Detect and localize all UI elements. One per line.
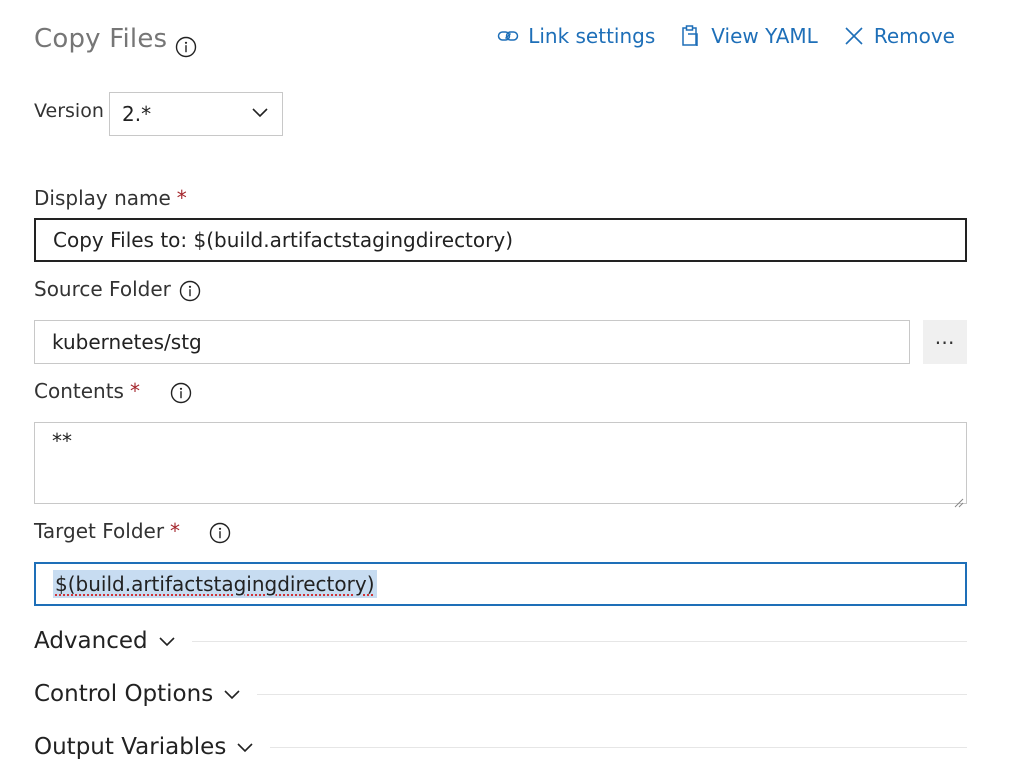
source-folder-input[interactable]: kubernetes/stg	[34, 320, 910, 364]
source-folder-label: Source Folder	[34, 277, 171, 301]
chevron-down-icon	[221, 683, 243, 705]
header-actions: Link settings View YAML Remove	[496, 24, 955, 48]
source-folder-value: kubernetes/stg	[52, 330, 202, 354]
contents-textarea[interactable]: **	[34, 422, 967, 508]
display-name-input[interactable]: Copy Files to: $(build.artifactstagingdi…	[34, 218, 967, 262]
divider	[257, 693, 967, 695]
remove-button[interactable]: Remove	[842, 24, 955, 48]
section-output-variables[interactable]: Output Variables	[34, 734, 967, 760]
section-output-variables-label: Output Variables	[34, 734, 227, 760]
section-control-options[interactable]: Control Options	[34, 681, 967, 707]
divider	[191, 640, 967, 642]
remove-label: Remove	[873, 24, 955, 48]
section-advanced[interactable]: Advanced	[34, 628, 967, 654]
close-icon	[842, 24, 866, 48]
section-advanced-label: Advanced	[34, 628, 148, 654]
version-value: 2.*	[122, 102, 152, 126]
display-name-label-text: Display name	[34, 186, 171, 210]
display-name-value: Copy Files to: $(build.artifactstagingdi…	[53, 228, 513, 252]
target-folder-input[interactable]: $(build.artifactstagingdirectory)	[34, 562, 967, 606]
required-marker: *	[176, 186, 187, 210]
divider	[270, 746, 967, 748]
section-control-options-label: Control Options	[34, 681, 214, 707]
link-settings-button[interactable]: Link settings	[496, 24, 655, 48]
resize-grip-icon[interactable]	[952, 489, 964, 508]
required-marker: *	[170, 519, 181, 543]
chevron-down-icon	[250, 102, 270, 126]
clipboard-icon	[679, 24, 703, 48]
copy-files-task-panel: Copy Files Link settings View YAML Remov…	[0, 0, 1024, 777]
view-yaml-label: View YAML	[711, 24, 818, 48]
source-folder-label-text: Source Folder	[34, 277, 171, 301]
chevron-down-icon	[234, 736, 256, 758]
contents-value: **	[52, 429, 72, 453]
link-settings-label: Link settings	[528, 24, 656, 48]
view-yaml-button[interactable]: View YAML	[679, 24, 818, 48]
target-folder-value: $(build.artifactstagingdirectory)	[53, 570, 377, 598]
contents-label: Contents *	[34, 379, 140, 403]
chevron-down-icon	[156, 630, 178, 652]
info-icon[interactable]	[209, 522, 231, 544]
version-label: Version	[34, 100, 104, 122]
browse-button[interactable]: ⋯	[923, 320, 967, 364]
task-title: Copy Files	[34, 24, 168, 54]
target-folder-label-text: Target Folder	[34, 519, 165, 543]
info-icon[interactable]	[179, 280, 201, 302]
info-icon[interactable]	[175, 36, 197, 58]
target-folder-label: Target Folder *	[34, 519, 180, 543]
version-dropdown[interactable]: 2.*	[109, 92, 283, 136]
required-marker: *	[129, 379, 140, 403]
contents-label-text: Contents	[34, 379, 124, 403]
display-name-label: Display name *	[34, 186, 187, 210]
info-icon[interactable]	[170, 382, 192, 404]
link-icon	[496, 24, 520, 48]
